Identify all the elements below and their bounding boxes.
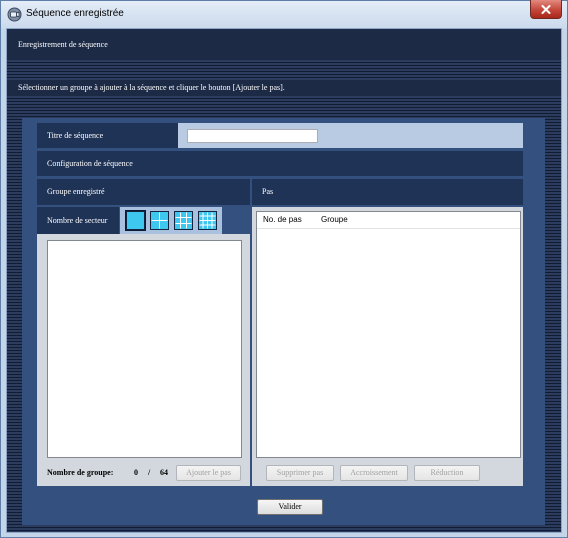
column-header-step-number[interactable]: No. de pas	[263, 212, 302, 228]
registered-groups-header: Groupe enregistré	[37, 179, 250, 205]
title-bar[interactable]: Séquence enregistrée	[1, 0, 567, 29]
instruction-bar: Sélectionner un groupe à ajouter à la sé…	[7, 80, 561, 96]
registered-groups-list[interactable]	[47, 240, 242, 458]
group-count-separator: /	[148, 468, 151, 477]
steps-list[interactable]: No. de pas Groupe	[256, 211, 521, 458]
sector-count-label-cell: Nombre de secteur	[37, 207, 119, 234]
close-button[interactable]	[530, 0, 562, 19]
close-icon	[541, 4, 551, 14]
sequence-config-label: Configuration de séquence	[47, 159, 133, 168]
decrease-button[interactable]: Réduction	[414, 465, 480, 481]
group-count-max: 64	[160, 468, 168, 477]
sequence-title-label: Titre de séquence	[47, 131, 104, 140]
grid-2x2-icon[interactable]	[150, 211, 169, 230]
steps-header: Pas	[252, 179, 523, 205]
steps-panel: No. de pas Groupe Supprimer pas Accroiss…	[252, 207, 523, 486]
grid-3x3-icon[interactable]	[174, 211, 193, 230]
grid-4x4-icon[interactable]	[198, 211, 217, 230]
grid-cell-fill	[126, 211, 145, 230]
increase-button[interactable]: Accroissement	[340, 465, 408, 481]
group-count-value: 0	[134, 468, 138, 477]
add-step-button[interactable]: Ajouter le pas	[176, 465, 241, 481]
sequence-title-value-cell	[178, 123, 523, 148]
registered-groups-panel: Nombre de groupe: 0 / 64 Ajouter le pas	[37, 234, 250, 486]
sequence-title-label-cell: Titre de séquence	[37, 123, 178, 148]
app-icon	[7, 7, 22, 22]
delete-step-button[interactable]: Supprimer pas	[266, 465, 334, 481]
sequence-config-header: Configuration de séquence	[37, 151, 523, 176]
page-header: Enregistrement de séquence	[7, 29, 561, 60]
grid-cell-fill	[174, 211, 193, 230]
sequence-title-input[interactable]	[187, 129, 318, 143]
content-area: Enregistrement de séquence Sélectionner …	[7, 29, 561, 532]
grid-1x1-icon[interactable]	[125, 210, 146, 231]
steps-title: Pas	[262, 187, 274, 196]
main-panel: Titre de séquence Configuration de séque…	[22, 118, 545, 525]
validate-button[interactable]: Valider	[257, 499, 323, 515]
group-count-label: Nombre de groupe:	[47, 468, 114, 477]
column-header-group[interactable]: Groupe	[321, 212, 348, 228]
window: Séquence enregistrée Enregistrement de s…	[0, 0, 568, 538]
sector-count-label: Nombre de secteur	[47, 216, 108, 225]
steps-list-header: No. de pas Groupe	[257, 212, 520, 229]
registered-groups-title: Groupe enregistré	[47, 187, 105, 196]
sector-selector	[120, 207, 222, 234]
window-title: Séquence enregistrée	[26, 8, 124, 19]
instruction-text: Sélectionner un groupe à ajouter à la sé…	[18, 83, 285, 92]
page-title: Enregistrement de séquence	[18, 40, 108, 49]
